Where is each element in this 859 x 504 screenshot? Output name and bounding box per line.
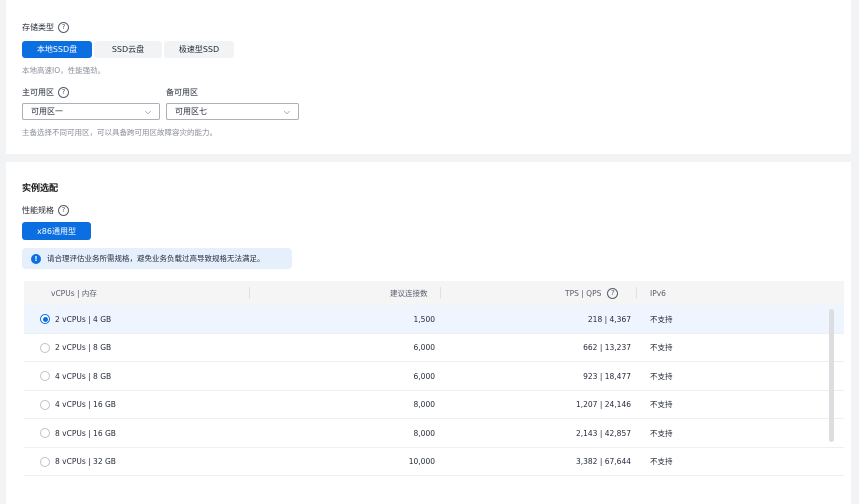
row-radio[interactable] [40,342,50,353]
storage-type-label-row: 存储类型 ? [22,22,69,33]
primary-zone-label: 主可用区 [22,88,54,97]
zone-hint: 主备选择不同可用区，可以具备跨可用区故障容灾的能力。 [22,128,217,137]
spec-value: 8 vCPUs | 32 GB [55,457,116,466]
standby-zone-value: 可用区七 [175,107,207,116]
ipv6-value: 不支持 [650,457,673,466]
spec-value: 2 vCPUs | 8 GB [55,343,112,352]
tps-value: 662 | 13,237 [583,343,631,352]
header-divider [440,287,441,299]
conn-value: 6,000 [413,371,435,381]
instance-section-title: 实例选配 [22,184,59,194]
spec-value: 8 vCPUs | 16 GB [55,428,116,438]
help-circle-icon[interactable]: ? [58,87,69,98]
spec-cell: 2 vCPUs | 8 GB [40,334,111,362]
row-radio[interactable] [40,399,50,410]
table-row[interactable]: 2 vCPUs | 8 GB 6,000 662 | 13,237 不支持 [24,334,844,362]
storage-option-extreme-ssd[interactable]: 极速型SSD [164,41,234,58]
standby-zone-label-row: 备可用区 [166,87,198,98]
spec-cell: 8 vCPUs | 16 GB [40,419,116,447]
header-connections: 建议连接数 [390,288,428,298]
spec-cell: 2 vCPUs | 4 GB [40,305,111,333]
storage-option-ssd-cloud[interactable]: SSD云盘 [94,41,162,58]
storage-hint: 本地高速IO，性能强劲。 [22,66,106,75]
ipv6-value: 不支持 [650,400,673,409]
table-row[interactable]: 8 vCPUs | 16 GB 8,000 2,143 | 42,857 不支持 [24,419,844,448]
standby-zone-select[interactable]: 可用区七 ⌵ [166,103,299,120]
spec-cell: 8 vCPUs | 32 GB [40,448,116,476]
spec-cell: 4 vCPUs | 8 GB [40,362,111,390]
conn-value: 1,500 [413,314,435,324]
row-radio[interactable] [40,428,50,438]
table-row[interactable]: 4 vCPUs | 8 GB 6,000 923 | 18,477 不支持 [24,362,844,391]
table-row[interactable]: 4 vCPUs | 16 GB 8,000 1,207 | 24,146 不支持 [24,391,844,419]
conn-value: 10,000 [408,457,435,466]
info-alert-text: 请合理评估业务所需规格，避免业务负载过高导致规格无法满足。 [47,254,265,263]
row-radio[interactable] [40,371,50,381]
conn-value: 6,000 [413,343,435,352]
help-circle-icon[interactable]: ? [58,22,69,33]
tps-value: 218 | 4,367 [587,314,631,324]
tps-value: 1,207 | 24,146 [575,400,631,409]
table-scrollbar[interactable] [829,309,834,442]
table-header: vCPUs | 内存 建议连接数 TPS | QPS ? IPv6 [24,281,844,305]
spec-cell: 4 vCPUs | 16 GB [40,391,116,419]
storage-type-selector: 本地SSD盘 SSD云盘 极速型SSD [22,41,234,58]
spec-table: vCPUs | 内存 建议连接数 TPS | QPS ? IPv6 2 vCPU… [24,281,844,476]
primary-zone-select[interactable]: 可用区一 ⌵ [22,103,160,120]
standby-zone-label: 备可用区 [166,88,198,97]
spec-value: 4 vCPUs | 16 GB [55,400,116,409]
perf-spec-label: 性能规格 [22,206,54,215]
ipv6-value: 不支持 [650,343,673,352]
header-divider [249,287,250,299]
spec-value: 4 vCPUs | 8 GB [55,371,112,381]
chevron-down-icon: ⌵ [144,106,151,116]
header-tps-qps-label: TPS | QPS [565,288,602,298]
info-alert: ! 请合理评估业务所需规格，避免业务负载过高导致规格无法满足。 [22,248,292,269]
storage-option-local-ssd[interactable]: 本地SSD盘 [22,41,92,58]
ipv6-value: 不支持 [650,314,673,324]
row-radio[interactable] [40,314,50,324]
table-row[interactable]: 8 vCPUs | 32 GB 10,000 3,382 | 67,644 不支… [24,448,844,476]
primary-zone-value: 可用区一 [31,107,63,116]
header-divider [636,287,637,299]
conn-value: 8,000 [413,428,435,438]
storage-type-label: 存储类型 [22,23,54,32]
perf-option-x86[interactable]: x86通用型 [22,222,91,240]
instance-panel: 实例选配 性能规格 ? x86通用型 ! 请合理评估业务所需规格，避免业务负载过… [6,162,851,504]
header-ipv6: IPv6 [650,288,666,298]
ipv6-value: 不支持 [650,428,673,438]
tps-value: 923 | 18,477 [583,371,631,381]
chevron-down-icon: ⌵ [283,106,290,116]
conn-value: 8,000 [413,400,435,409]
row-radio[interactable] [40,456,50,467]
help-circle-icon[interactable]: ? [58,205,69,216]
info-circle-icon: ! [31,253,41,264]
table-row[interactable]: 2 vCPUs | 4 GB 1,500 218 | 4,367 不支持 [24,305,844,334]
header-tps-qps: TPS | QPS ? [565,281,619,305]
tps-value: 3,382 | 67,644 [575,457,631,466]
storage-panel: 存储类型 ? 本地SSD盘 SSD云盘 极速型SSD 本地高速IO，性能强劲。 … [6,0,851,154]
perf-spec-selector: x86通用型 [22,222,91,240]
header-vcpu-memory: vCPUs | 内存 [51,288,97,298]
perf-spec-label-row: 性能规格 ? [22,205,69,216]
ipv6-value: 不支持 [650,371,673,381]
primary-zone-label-row: 主可用区 ? [22,87,69,98]
help-circle-icon[interactable]: ? [607,287,619,299]
spec-value: 2 vCPUs | 4 GB [55,314,112,324]
tps-value: 2,143 | 42,857 [575,428,631,438]
